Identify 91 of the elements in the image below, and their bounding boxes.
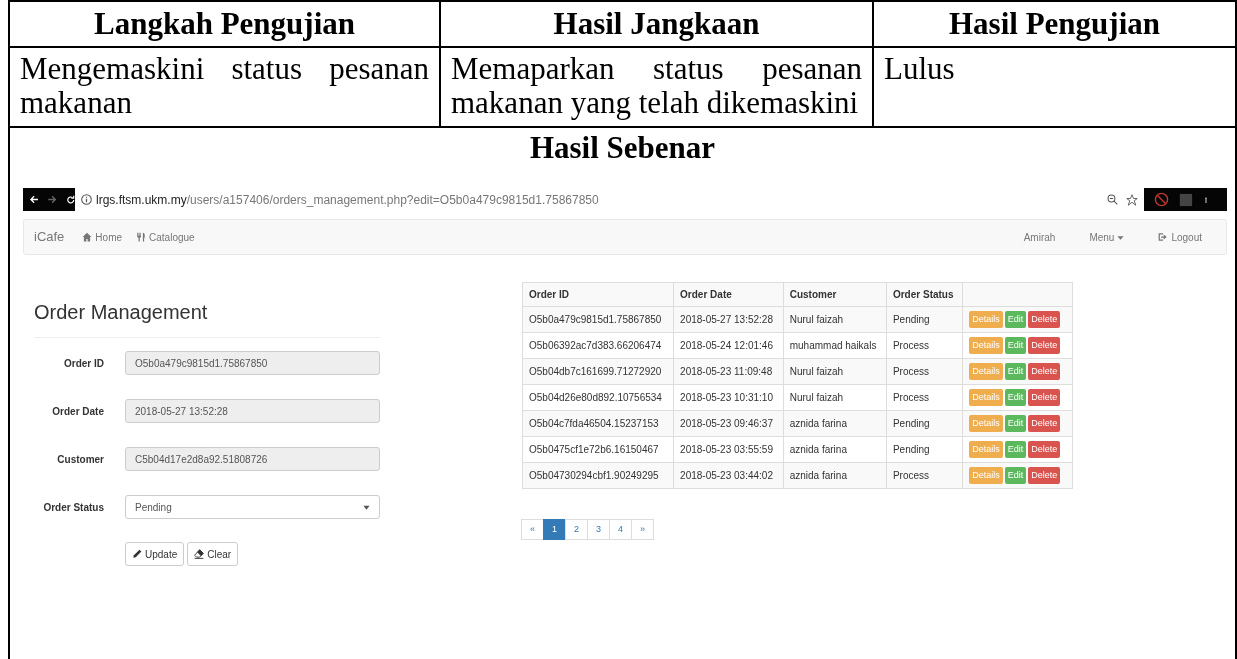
update-button[interactable]: Update [125, 542, 185, 566]
action-button[interactable]: Delete [1028, 388, 1061, 407]
table-cell: 2018-05-24 12:01:46 [673, 332, 784, 359]
address-bar[interactable]: lrgs.ftsm.ukm.my/users/a157406/orders_management.php?edit=O5b0a479c9815d1.75867850 [75, 188, 1144, 211]
column-header: Langkah Pengujian [93, 5, 356, 43]
input-field[interactable]: O5b0a479c9815d1.75867850 [125, 351, 380, 375]
table-cell: Memaparkan status pesanan makanan yang telah dikemaskini [439, 48, 872, 126]
table-cell: Pending [886, 410, 963, 437]
page-link[interactable]: 3 [587, 519, 610, 540]
action-button[interactable]: Delete [1028, 466, 1061, 485]
column-header: Hasil Pengujian [872, 2, 1235, 46]
action-button[interactable]: Delete [1028, 310, 1061, 329]
cutlery-icon [136, 232, 147, 242]
caret-icon [363, 503, 370, 511]
nav-link[interactable]: Amirah [1023, 229, 1056, 245]
table-cell: aznida farina [783, 410, 887, 437]
column-header: Order Status [886, 282, 963, 307]
pencil-icon [132, 549, 142, 559]
page-link[interactable]: » [631, 519, 654, 540]
table-cell: Process [886, 462, 963, 489]
table-cell: Process [886, 384, 963, 411]
status-dropdown[interactable]: Pending [125, 495, 380, 519]
action-button[interactable]: Edit [1004, 440, 1027, 459]
input-field[interactable]: C5b04d17e2d8a92.51808726 [125, 447, 380, 471]
caret-icon [1117, 233, 1125, 241]
column-header: Customer [783, 282, 887, 307]
table-cell: 2018-05-27 13:52:28 [673, 306, 784, 333]
action-button[interactable]: Edit [1004, 362, 1027, 381]
table-cell: 2018-05-23 09:46:37 [673, 410, 784, 437]
column-header: Order Date [673, 282, 784, 307]
table-cell: O5b0a479c9815d1.75867850 [522, 306, 674, 333]
table-cell: 2018-05-23 03:44:02 [673, 462, 784, 489]
input-field[interactable]: 2018-05-27 13:52:28 [125, 399, 380, 423]
home-icon [82, 232, 93, 242]
action-button[interactable]: Edit [1004, 414, 1027, 433]
star-icon [1126, 193, 1138, 206]
table-cell: Nurul faizah [783, 306, 887, 333]
eraser-icon [194, 549, 205, 559]
reload-icon [65, 193, 75, 206]
field-label: Order Status [42, 500, 104, 515]
table-cell: 2018-05-23 11:09:48 [673, 358, 784, 385]
page-link[interactable]: 4 [609, 519, 632, 540]
table-cell: Pending [886, 436, 963, 463]
action-button[interactable]: Edit [1004, 310, 1027, 329]
back-arrow-icon [29, 193, 40, 206]
table-cell: Nurul faizah [783, 358, 887, 385]
nav-link[interactable]: Home [82, 229, 123, 245]
table-cell: O5b04730294cbf1.90249295 [522, 462, 674, 489]
form-title: Order Management [34, 297, 380, 338]
forward-arrow-icon [47, 193, 58, 206]
action-button[interactable]: Delete [1028, 336, 1061, 355]
zoom-icon [1107, 193, 1118, 205]
section-title: Hasil Sebenar [529, 130, 716, 165]
info-icon [81, 194, 92, 205]
logout-icon [1158, 232, 1169, 242]
table-cell: aznida farina [783, 436, 887, 463]
table-cell: muhammad haikals [783, 332, 887, 359]
nav-link[interactable]: Catalogue [136, 229, 195, 245]
field-label: Order Date [51, 404, 104, 419]
page-link[interactable]: 2 [565, 519, 588, 540]
page-link[interactable]: « [521, 519, 544, 540]
nav-link[interactable]: Logout [1158, 229, 1202, 245]
table-cell: O5b04c7fda46504.15237153 [522, 410, 674, 437]
field-label: Customer [56, 452, 104, 467]
table-cell: 2018-05-23 03:55:59 [673, 436, 784, 463]
table-cell: Process [886, 332, 963, 359]
action-button[interactable]: Delete [1028, 414, 1061, 433]
field-label: Order ID [63, 356, 104, 371]
table-cell: 2018-05-23 10:31:10 [673, 384, 784, 411]
table-cell: O5b04db7c161699.71272920 [522, 358, 674, 385]
action-button[interactable]: Edit [1004, 336, 1027, 355]
brand-link[interactable]: iCafe [34, 227, 65, 247]
table-cell-text: Mengemaskini status pesanan makanan [19, 50, 430, 122]
nav-link[interactable]: Menu [1089, 229, 1125, 245]
action-button[interactable]: Edit [1004, 466, 1027, 485]
table-cell: O5b0475cf1e72b6.16150467 [522, 436, 674, 463]
action-button[interactable]: Edit [1004, 388, 1027, 407]
table-cell: aznida farina [783, 462, 887, 489]
table-cell: O5b04d26e80d892.10756534 [522, 384, 674, 411]
page-link[interactable]: 1 [543, 519, 566, 540]
action-button[interactable]: Delete [1028, 362, 1061, 381]
clear-button[interactable]: Clear [187, 542, 239, 566]
table-cell: Lulus [872, 48, 1235, 126]
table-cell: Nurul faizah [783, 384, 887, 411]
action-button[interactable]: Delete [1028, 440, 1061, 459]
column-header: Order ID [522, 282, 674, 307]
column-header: Hasil Jangkaan [439, 2, 872, 46]
table-cell: Process [886, 358, 963, 385]
table-cell: O5b06392ac7d383.66206474 [522, 332, 674, 359]
url-text: lrgs.ftsm.ukm.my/users/a157406/orders_management.php?edit=O5b0a479c9815d1.75867850 [96, 191, 599, 209]
table-cell: Pending [886, 306, 963, 333]
